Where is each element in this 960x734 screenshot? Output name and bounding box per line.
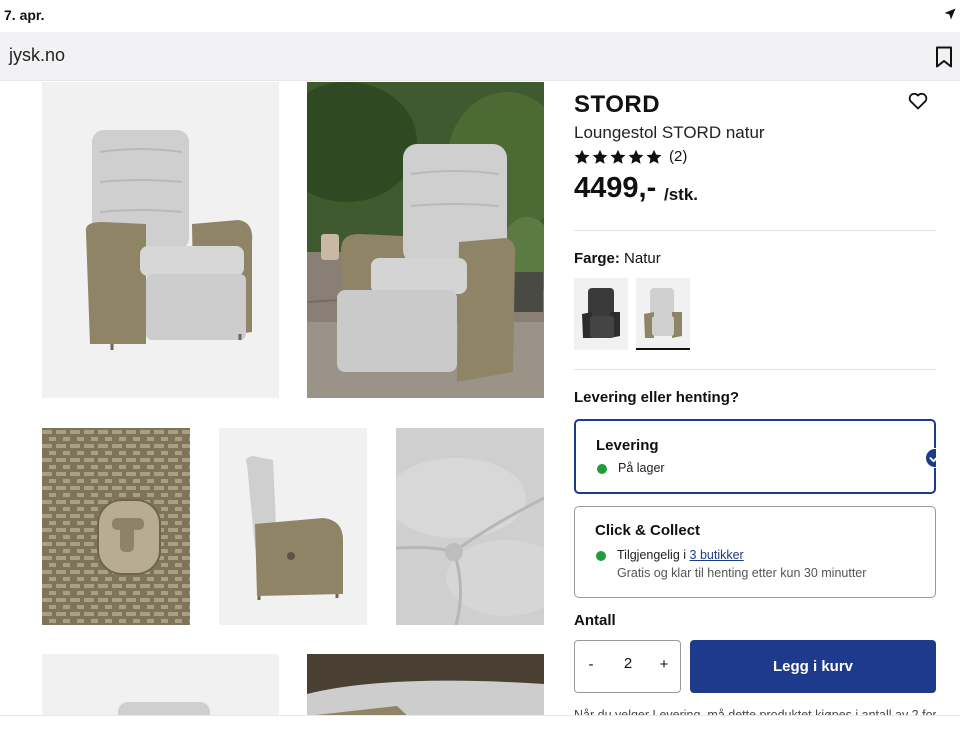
availability-prefix: Tilgjengelig i (617, 548, 687, 562)
divider (574, 230, 936, 231)
star-icon (610, 149, 626, 164)
bottom-toolbar (0, 715, 960, 734)
quantity-stepper: - + (574, 640, 681, 693)
delivery-option-levering[interactable]: Levering På lager (574, 419, 936, 494)
url-text[interactable]: jysk.no (9, 45, 65, 66)
price-unit: /stk. (664, 185, 699, 204)
checkmark-icon (925, 448, 936, 468)
option-title: Click & Collect (595, 522, 701, 539)
product-gallery (0, 82, 560, 734)
product-rating[interactable]: (2) (574, 148, 687, 165)
delivery-option-click-collect[interactable]: Click & Collect Tilgjengelig i 3 butikke… (574, 506, 936, 598)
product-image-side[interactable] (219, 428, 367, 625)
address-bar[interactable]: jysk.no (0, 32, 960, 81)
product-image-cushion[interactable] (396, 428, 544, 625)
stores-link[interactable]: 3 butikker (690, 548, 744, 562)
status-bar: 7. apr. (0, 0, 960, 32)
star-icon (592, 149, 608, 164)
product-brand: STORD (574, 91, 661, 118)
color-swatch-black[interactable] (574, 278, 628, 350)
add-to-cart-button[interactable]: Legg i kurv (690, 640, 936, 693)
review-count[interactable]: (2) (669, 148, 687, 165)
product-image-front[interactable] (42, 82, 279, 398)
availability-text: Tilgjengelig i 3 butikker (617, 548, 744, 562)
quantity-input[interactable] (611, 655, 645, 672)
color-selector-label: Farge: Natur (574, 250, 661, 267)
star-icon (646, 149, 662, 164)
stock-status-dot (596, 551, 606, 561)
product-price: 4499,- (574, 172, 657, 204)
divider (574, 369, 936, 370)
product-panel: STORD Loungestol STORD natur (2) 4499,- … (574, 82, 936, 734)
status-date: 7. apr. (4, 7, 45, 23)
star-icon (574, 149, 590, 164)
quantity-increase-button[interactable]: + (654, 656, 674, 673)
bookmark-icon[interactable] (935, 46, 953, 68)
quantity-decrease-button[interactable]: - (581, 656, 601, 673)
color-label: Farge: (574, 250, 620, 267)
product-image-lifestyle[interactable] (307, 82, 544, 398)
option-title: Levering (596, 437, 659, 454)
location-arrow-icon (944, 8, 956, 20)
product-name: Loungestol STORD natur (574, 123, 765, 142)
heart-icon[interactable] (908, 92, 928, 110)
product-image-weave[interactable] (42, 428, 190, 625)
color-value: Natur (624, 250, 661, 267)
delivery-question: Levering eller henting? (574, 389, 740, 406)
quantity-label: Antall (574, 612, 616, 629)
stock-status: På lager (618, 461, 665, 475)
stock-status-dot (597, 464, 607, 474)
star-icon (628, 149, 644, 164)
color-swatch-natur[interactable] (636, 278, 690, 350)
pickup-note: Gratis og klar til henting etter kun 30 … (617, 566, 867, 580)
